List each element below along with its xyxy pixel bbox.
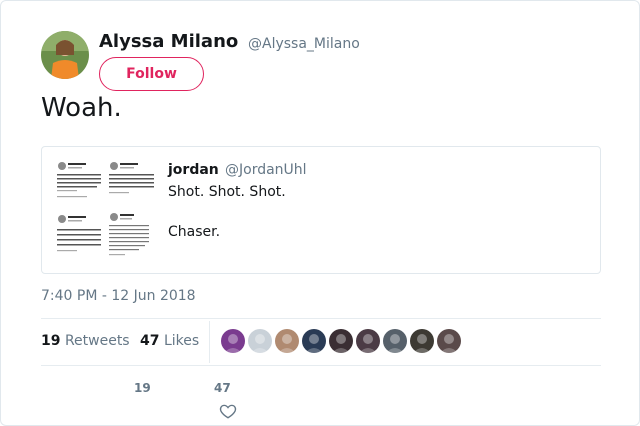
liker-avatar[interactable] — [221, 329, 245, 353]
divider — [41, 318, 601, 319]
author-handle[interactable]: @Alyssa_Milano — [248, 36, 360, 52]
retweets-label: Retweets — [64, 333, 130, 349]
liker-avatar[interactable] — [302, 329, 326, 353]
liker-avatar[interactable] — [329, 329, 353, 353]
liker-avatar[interactable] — [410, 329, 434, 353]
author-avatar[interactable] — [41, 31, 89, 79]
liker-avatar[interactable] — [383, 329, 407, 353]
likes-stat[interactable]: 47 Likes — [140, 333, 199, 349]
author-name[interactable]: Alyssa Milano — [99, 31, 238, 52]
liker-avatar[interactable] — [275, 329, 299, 353]
retweet-action-count: 19 — [134, 381, 151, 395]
quoted-tweet[interactable]: jordan @JordanUhl Shot. Shot. Shot. Chas… — [41, 146, 601, 274]
stats-divider — [209, 321, 210, 363]
liker-avatar[interactable] — [437, 329, 461, 353]
quoted-tweet-text-line1: Shot. Shot. Shot. — [168, 184, 286, 200]
quoted-tweet-thumbnail[interactable] — [54, 157, 156, 263]
retweets-count: 19 — [41, 333, 61, 349]
liker-avatars — [221, 329, 461, 353]
tweet-card: Alyssa Milano @Alyssa_Milano Follow Woah… — [0, 0, 640, 426]
like-action-count: 47 — [214, 381, 231, 395]
likes-count: 47 — [140, 333, 160, 349]
quoted-author-handle: @JordanUhl — [225, 162, 307, 178]
quoted-author-name: jordan — [168, 162, 219, 178]
retweets-stat[interactable]: 19 Retweets — [41, 333, 130, 349]
divider — [41, 365, 601, 366]
liker-avatar[interactable] — [356, 329, 380, 353]
likes-label: Likes — [163, 333, 200, 349]
heart-icon[interactable] — [219, 402, 237, 420]
quoted-tweet-text-line2: Chaser. — [168, 224, 221, 240]
tweet-timestamp[interactable]: 7:40 PM - 12 Jun 2018 — [41, 288, 196, 304]
liker-avatar[interactable] — [248, 329, 272, 353]
tweet-text: Woah. — [41, 93, 122, 123]
follow-button[interactable]: Follow — [99, 57, 204, 91]
